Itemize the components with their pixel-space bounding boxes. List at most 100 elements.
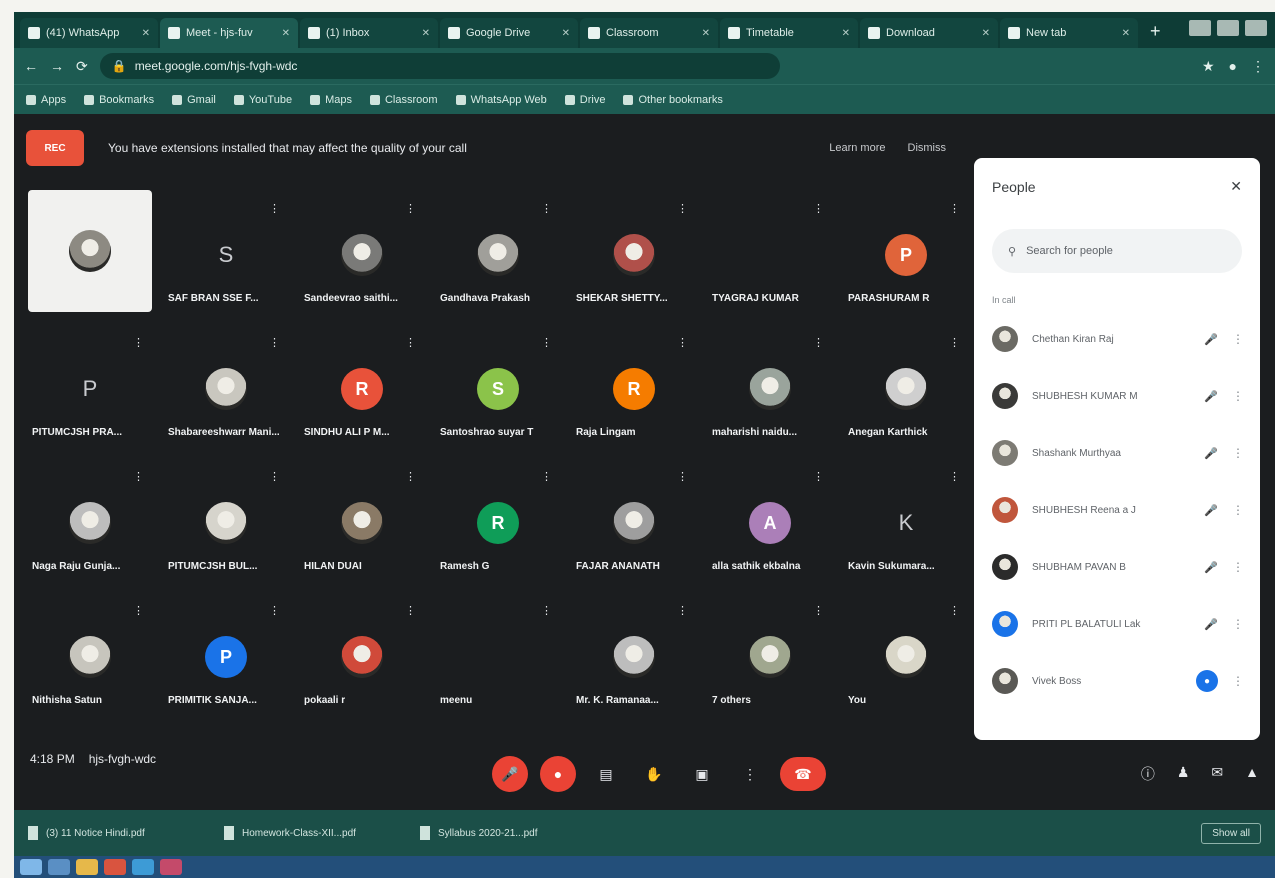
camera-toggle-button[interactable]: ● (540, 756, 576, 792)
self-view-tile[interactable] (28, 190, 152, 312)
browser-tab[interactable]: Timetable ✕ (720, 18, 858, 48)
bookmark-item[interactable]: Gmail (172, 94, 216, 106)
participant-tile[interactable]: ⋮ pokaali r (296, 590, 428, 724)
more-options-icon[interactable]: ⋮ (1232, 560, 1244, 574)
close-icon[interactable]: ✕ (702, 28, 710, 39)
participant-tile[interactable]: ⋮ R Ramesh G (432, 456, 564, 590)
download-item[interactable]: (3) 11 Notice Hindi.pdf (28, 826, 198, 840)
participant-tile[interactable]: ⋮ K Kavin Sukumara... (840, 456, 972, 590)
forward-icon[interactable]: → (50, 58, 64, 74)
browser-tab[interactable]: Download ✕ (860, 18, 998, 48)
participant-tile[interactable]: ⋮ TYAGRAJ KUMAR (704, 188, 836, 322)
download-item[interactable]: Homework-Class-XII...pdf (224, 826, 394, 840)
bookmark-item[interactable]: WhatsApp Web (455, 94, 547, 106)
reload-icon[interactable]: ⟳ (76, 58, 88, 75)
people-icon[interactable]: ♟ (1177, 764, 1190, 784)
people-list-item[interactable]: Chethan Kiran Raj 🎤 ⋮ (992, 319, 1244, 359)
close-icon[interactable]: ✕ (982, 28, 990, 39)
close-icon[interactable]: ✕ (1230, 178, 1242, 195)
activities-icon[interactable]: ▲ (1245, 764, 1259, 784)
learn-more-link[interactable]: Learn more (829, 142, 885, 154)
close-icon[interactable]: ✕ (842, 28, 850, 39)
close-icon[interactable]: ✕ (142, 28, 150, 39)
participant-tile[interactable]: ⋮ Sandeevrao saithi... (296, 188, 428, 322)
participant-tile[interactable]: ⋮ P PARASHURAM R (840, 188, 972, 322)
participant-tile[interactable]: ⋮ HILAN DUAI (296, 456, 428, 590)
bookmark-item[interactable]: Classroom (369, 94, 438, 106)
people-list-item[interactable]: PRITI PL BALATULI Lak 🎤 ⋮ (992, 604, 1244, 644)
browser-tab[interactable]: (41) WhatsApp ✕ (20, 18, 158, 48)
bookmark-item[interactable]: Maps (310, 94, 352, 106)
url-field[interactable]: 🔒 meet.google.com/hjs-fvgh-wdc (99, 53, 780, 79)
start-icon[interactable] (20, 859, 42, 875)
chat-icon[interactable]: ✉ (1211, 764, 1223, 784)
new-tab-button[interactable]: + (1140, 21, 1171, 48)
participant-tile[interactable]: ⋮ S SAF BRAN SSE F... (160, 188, 292, 322)
participant-tile[interactable]: ⋮ Anegan Karthick (840, 322, 972, 456)
bookmark-item[interactable]: Drive (564, 94, 605, 106)
search-taskbar-icon[interactable] (48, 859, 70, 875)
download-item[interactable]: Syllabus 2020-21...pdf (420, 826, 590, 840)
participant-tile[interactable]: ⋮ FAJAR ANANATH (568, 456, 700, 590)
browser-tab[interactable]: Meet - hjs-fuv ✕ (160, 18, 298, 48)
search-people-input[interactable]: ⚲ Search for people (992, 229, 1242, 273)
participant-tile[interactable]: ⋮ You (840, 590, 972, 724)
bookmark-item[interactable]: Bookmarks (84, 94, 154, 106)
people-list-item[interactable]: SHUBHAM PAVAN B 🎤 ⋮ (992, 547, 1244, 587)
chrome-taskbar-icon[interactable] (104, 859, 126, 875)
browser-tab[interactable]: (1) Inbox ✕ (300, 18, 438, 48)
close-icon[interactable]: ✕ (422, 28, 430, 39)
profile-icon[interactable]: ● (1229, 58, 1237, 75)
participant-tile[interactable]: ⋮ maharishi naidu... (704, 322, 836, 456)
participant-tile[interactable]: ⋮ P PRIMITIK SANJA... (160, 590, 292, 724)
edge-taskbar-icon[interactable] (132, 859, 154, 875)
more-options-icon[interactable]: ⋮ (1232, 617, 1244, 631)
people-list-item[interactable]: SHUBHESH Reena a J 🎤 ⋮ (992, 490, 1244, 530)
close-icon[interactable]: ✕ (282, 28, 290, 39)
window-controls[interactable] (1189, 20, 1267, 36)
menu-icon[interactable]: ⋮ (1251, 58, 1265, 75)
file-explorer-icon[interactable] (76, 859, 98, 875)
app-taskbar-icon[interactable] (160, 859, 182, 875)
back-icon[interactable]: ← (24, 58, 38, 74)
info-icon[interactable]: ⓘ (1141, 764, 1155, 784)
captions-button[interactable]: ▤ (588, 756, 624, 792)
participant-tile[interactable]: ⋮ Mr. K. Ramanaa... (568, 590, 700, 724)
people-list-item[interactable]: Vivek Boss ● ⋮ (992, 661, 1244, 701)
bookmark-item[interactable]: Apps (26, 94, 66, 106)
hangup-button[interactable]: ☎ (780, 757, 826, 791)
more-options-button[interactable]: ⋮ (732, 756, 768, 792)
more-options-icon[interactable]: ⋮ (1232, 332, 1244, 346)
more-options-icon[interactable]: ⋮ (1232, 446, 1244, 460)
participant-tile[interactable]: ⋮ Shabareeshwarr Mani... (160, 322, 292, 456)
participant-tile[interactable]: ⋮ S Santoshrao suyar T (432, 322, 564, 456)
mic-toggle-button[interactable]: 🎤 (492, 756, 528, 792)
dismiss-button[interactable]: Dismiss (908, 142, 947, 154)
more-options-icon[interactable]: ⋮ (1232, 674, 1244, 688)
show-all-downloads-button[interactable]: Show all (1201, 822, 1261, 844)
participant-tile[interactable]: ⋮ Nithisha Satun (24, 590, 156, 724)
participant-tile[interactable]: ⋮ Aalla sathik ekbalna (704, 456, 836, 590)
participant-tile[interactable]: ⋮ R SINDHU ALI P M... (296, 322, 428, 456)
more-options-icon[interactable]: ⋮ (1232, 389, 1244, 403)
participant-tile[interactable]: ⋮ Gandhava Prakash (432, 188, 564, 322)
participant-tile[interactable]: ⋮ P PITUMCJSH PRA... (24, 322, 156, 456)
bookmark-item[interactable]: Other bookmarks (623, 94, 723, 106)
bookmark-item[interactable]: YouTube (233, 94, 292, 106)
participant-tile[interactable]: ⋮ R Raja Lingam (568, 322, 700, 456)
present-button[interactable]: ▣ (684, 756, 720, 792)
extension-icon[interactable]: ★ (1202, 58, 1215, 75)
participant-tile[interactable]: ⋮ PITUMCJSH BUL... (160, 456, 292, 590)
browser-tab[interactable]: Google Drive ✕ (440, 18, 578, 48)
participant-tile[interactable]: ⋮ Naga Raju Gunja... (24, 456, 156, 590)
participant-tile[interactable]: ⋮ SHEKAR SHETTY... (568, 188, 700, 322)
participant-tile[interactable]: ⋮ meenu (432, 590, 564, 724)
participant-tile[interactable]: ⋮ 7 others (704, 590, 836, 724)
raise-hand-button[interactable]: ✋ (636, 756, 672, 792)
more-options-icon[interactable]: ⋮ (1232, 503, 1244, 517)
close-icon[interactable]: ✕ (562, 28, 570, 39)
people-list-item[interactable]: Shashank Murthyaa 🎤 ⋮ (992, 433, 1244, 473)
browser-tab[interactable]: New tab ✕ (1000, 18, 1138, 48)
browser-tab[interactable]: Classroom ✕ (580, 18, 718, 48)
close-icon[interactable]: ✕ (1122, 28, 1130, 39)
